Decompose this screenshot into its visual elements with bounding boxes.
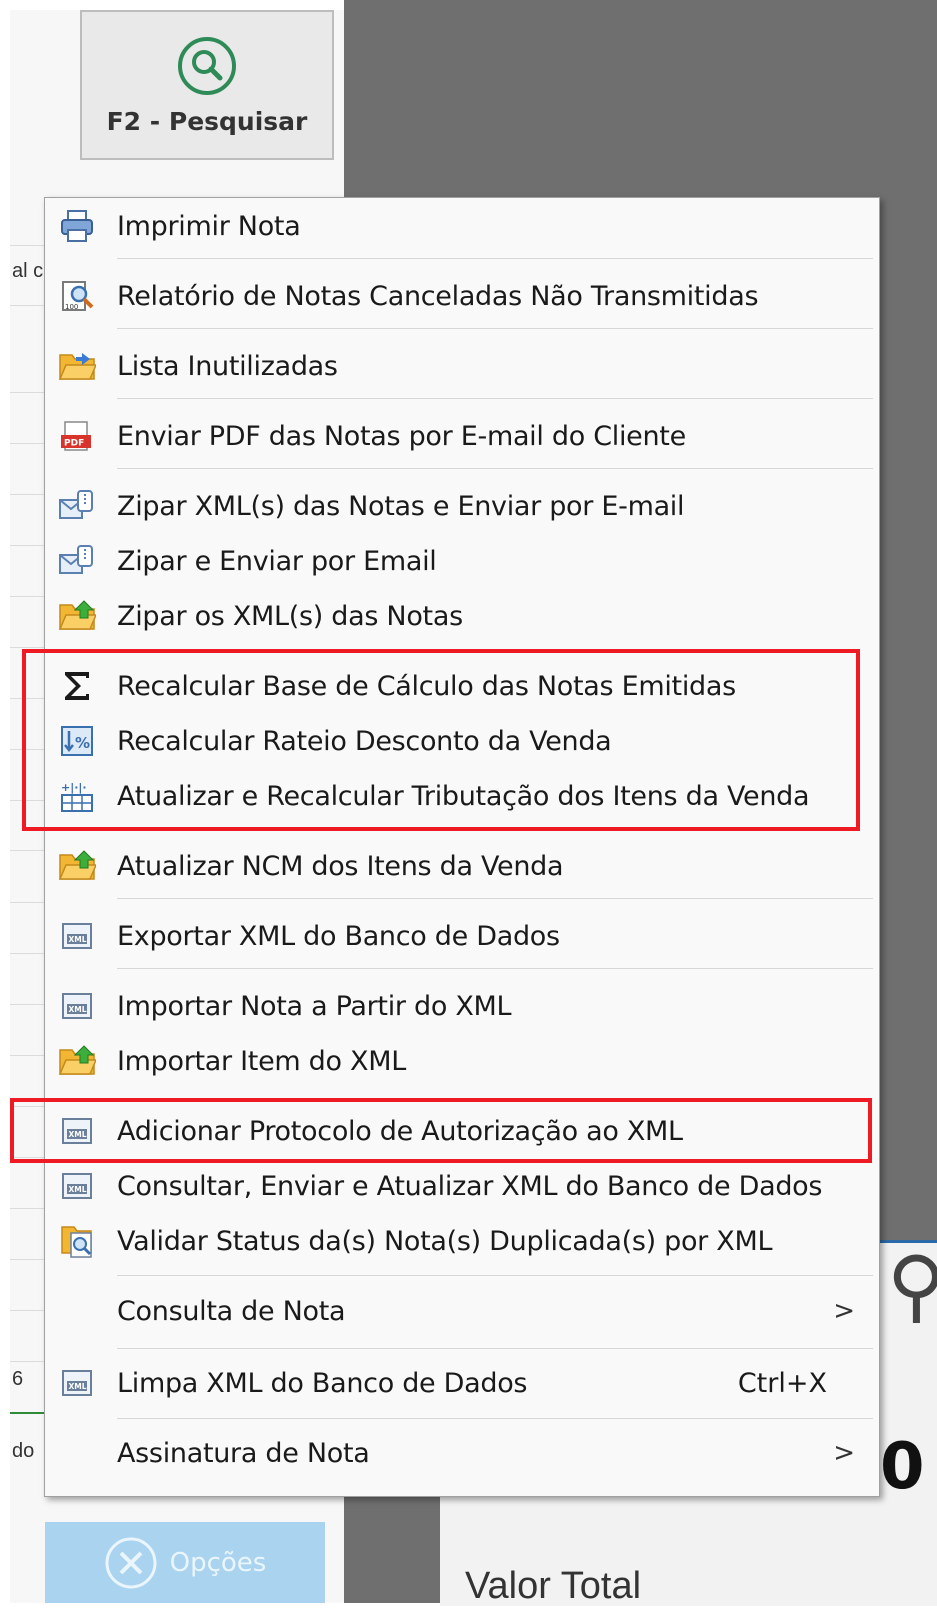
menu-separator bbox=[117, 398, 873, 399]
highlight-box-recalc-group bbox=[22, 649, 860, 831]
pdf-icon: PDF bbox=[57, 416, 97, 456]
xml-file-icon: XML bbox=[57, 1166, 97, 1206]
menu-item-cancelled-report[interactable]: 100 Relatório de Notas Canceladas Não Tr… bbox=[45, 268, 879, 324]
folder-open-icon bbox=[57, 346, 97, 386]
zip-email-icon bbox=[57, 486, 97, 526]
total-value-partial: 0 bbox=[880, 1430, 925, 1504]
svg-text:PDF: PDF bbox=[64, 439, 84, 449]
menu-item-label: Imprimir Nota bbox=[117, 210, 301, 242]
top-edge bbox=[10, 0, 344, 10]
menu-separator bbox=[117, 468, 873, 469]
search-button-label: F2 - Pesquisar bbox=[106, 106, 308, 136]
menu-item-label: Atualizar NCM dos Itens da Venda bbox=[117, 850, 564, 882]
grid-cell-fragment: 6 bbox=[12, 1368, 24, 1390]
menu-separator bbox=[117, 968, 873, 969]
menu-item-print-note[interactable]: Imprimir Nota bbox=[45, 198, 879, 254]
menu-separator bbox=[117, 1418, 873, 1419]
menu-item-voided-list[interactable]: Lista Inutilizadas bbox=[45, 338, 879, 394]
menu-separator bbox=[117, 1348, 873, 1349]
options-button[interactable]: Opções bbox=[45, 1522, 325, 1603]
menu-item-zip-xml-send-email[interactable]: Zipar XML(s) das Notas e Enviar por E-ma… bbox=[45, 478, 879, 534]
document-search-icon bbox=[57, 1221, 97, 1261]
left-edge bbox=[0, 0, 10, 1603]
menu-item-import-item-xml[interactable]: Importar Item do XML bbox=[45, 1033, 879, 1089]
menu-item-label: Consultar, Enviar e Atualizar XML do Ban… bbox=[117, 1170, 823, 1202]
menu-separator bbox=[117, 1275, 873, 1276]
options-button-label: Opções bbox=[169, 1547, 267, 1578]
menu-item-update-ncm[interactable]: Atualizar NCM dos Itens da Venda bbox=[45, 838, 879, 894]
grid-cell-fragment: do bbox=[12, 1440, 35, 1462]
menu-item-zip-send-email[interactable]: Zipar e Enviar por Email bbox=[45, 533, 879, 589]
menu-item-export-xml[interactable]: XML Exportar XML do Banco de Dados bbox=[45, 908, 879, 964]
total-label: Valor Total bbox=[465, 1565, 642, 1607]
menu-item-label: Importar Item do XML bbox=[117, 1045, 406, 1077]
svg-text:XML: XML bbox=[69, 935, 87, 944]
tools-icon bbox=[105, 1537, 157, 1588]
grid-cell-fragment: al c bbox=[12, 260, 44, 282]
menu-item-label: Validar Status da(s) Nota(s) Duplicada(s… bbox=[117, 1225, 773, 1257]
svg-text:XML: XML bbox=[69, 1382, 87, 1391]
menu-separator bbox=[117, 328, 873, 329]
menu-item-validate-duplicates[interactable]: Validar Status da(s) Nota(s) Duplicada(s… bbox=[45, 1213, 879, 1269]
report-search-icon: 100 bbox=[57, 276, 97, 316]
menu-item-label: Zipar os XML(s) das Notas bbox=[117, 600, 463, 632]
submenu-arrow-icon: > bbox=[833, 1296, 855, 1326]
folder-upload-icon bbox=[57, 1041, 97, 1081]
menu-separator bbox=[117, 258, 873, 259]
search-icon: ⚲ bbox=[887, 1239, 937, 1332]
menu-separator bbox=[117, 898, 873, 899]
shortcut-label: Ctrl+X bbox=[737, 1367, 827, 1399]
menu-item-label: Lista Inutilizadas bbox=[117, 350, 338, 382]
svg-text:XML: XML bbox=[69, 1005, 87, 1014]
menu-item-label: Zipar XML(s) das Notas e Enviar por E-ma… bbox=[117, 490, 685, 522]
menu-item-zip-xml[interactable]: Zipar os XML(s) das Notas bbox=[45, 588, 879, 644]
menu-item-label: Consulta de Nota bbox=[117, 1295, 346, 1327]
menu-item-label: Exportar XML do Banco de Dados bbox=[117, 920, 560, 952]
menu-item-query-note[interactable]: Consulta de Nota > bbox=[45, 1283, 879, 1339]
submenu-arrow-icon: > bbox=[833, 1438, 855, 1468]
menu-item-send-pdf[interactable]: PDF Enviar PDF das Notas por E-mail do C… bbox=[45, 408, 879, 464]
search-icon bbox=[178, 36, 236, 95]
menu-item-label: Relatório de Notas Canceladas Não Transm… bbox=[117, 280, 759, 312]
xml-file-icon: XML bbox=[57, 916, 97, 956]
menu-item-label: Limpa XML do Banco de Dados bbox=[117, 1367, 528, 1399]
highlight-box-protocol bbox=[10, 1098, 872, 1163]
xml-file-icon: XML bbox=[57, 1363, 97, 1403]
menu-item-clear-xml[interactable]: XML Limpa XML do Banco de Dados Ctrl+X bbox=[45, 1355, 879, 1411]
folder-upload-icon bbox=[57, 596, 97, 636]
menu-item-label: Zipar e Enviar por Email bbox=[117, 545, 437, 577]
menu-item-query-send-update-xml[interactable]: XML Consultar, Enviar e Atualizar XML do… bbox=[45, 1158, 879, 1214]
folder-upload-icon bbox=[57, 846, 97, 886]
zip-email-icon bbox=[57, 541, 97, 581]
printer-icon bbox=[57, 206, 97, 246]
menu-item-import-note-xml[interactable]: XML Importar Nota a Partir do XML bbox=[45, 978, 879, 1034]
menu-item-label: Assinatura de Nota bbox=[117, 1437, 370, 1469]
search-button[interactable]: F2 - Pesquisar bbox=[80, 10, 334, 160]
menu-item-label: Importar Nota a Partir do XML bbox=[117, 990, 512, 1022]
menu-item-label: Enviar PDF das Notas por E-mail do Clien… bbox=[117, 420, 686, 452]
svg-text:XML: XML bbox=[69, 1185, 87, 1194]
svg-text:100: 100 bbox=[65, 303, 78, 311]
menu-item-note-signature[interactable]: Assinatura de Nota > bbox=[45, 1425, 879, 1481]
xml-file-icon: XML bbox=[57, 986, 97, 1026]
context-menu: Imprimir Nota 100 Relatório de Notas Can… bbox=[44, 197, 880, 1497]
